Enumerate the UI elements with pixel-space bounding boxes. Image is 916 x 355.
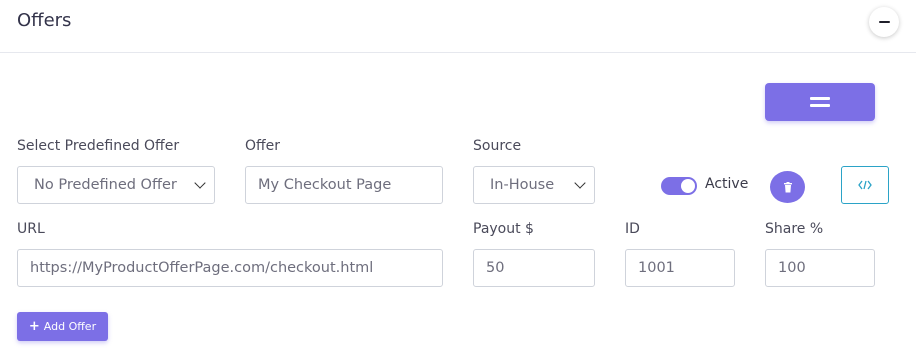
source-select[interactable]: In-House [473,166,595,204]
drag-handle-icon [810,97,830,100]
active-toggle-label: Active [705,176,749,192]
payout-label: Payout $ [473,221,534,237]
source-value: In-House [490,177,555,193]
url-input-placeholder: https://MyProductOfferPage.com/checkout.… [30,260,374,276]
id-label: ID [625,221,640,237]
plus-icon: + [28,319,40,334]
add-offer-button[interactable]: + Add Offer [17,312,108,341]
collapse-button[interactable] [869,7,899,37]
embed-code-button[interactable] [841,166,889,204]
trash-icon [783,181,792,192]
share-input-placeholder: 100 [778,260,806,276]
panel-header: Offers [0,0,916,53]
offer-label: Offer [245,138,281,154]
add-offer-label: Add Offer [43,320,97,333]
delete-offer-button[interactable] [770,171,805,203]
chevron-down-icon [574,177,586,189]
offer-input-placeholder: My Checkout Page [258,177,392,193]
url-label: URL [17,221,45,237]
payout-input[interactable]: 50 [473,249,595,287]
drag-handle-button[interactable] [765,83,875,121]
predefined-offer-select[interactable]: No Predefined Offer [17,166,215,204]
panel-title: Offers [17,10,72,31]
id-input-placeholder: 1001 [638,260,675,276]
payout-input-placeholder: 50 [486,260,505,276]
source-label: Source [473,138,522,154]
toggle-knob [681,179,695,193]
id-input[interactable]: 1001 [625,249,735,287]
predefined-offer-label: Select Predefined Offer [17,138,180,154]
code-icon [858,180,872,190]
drag-handle-icon-line [810,104,830,107]
share-label: Share % [765,221,824,237]
minus-icon [878,21,890,23]
predefined-offer-value: No Predefined Offer [34,177,177,193]
active-toggle[interactable] [661,177,697,195]
share-input[interactable]: 100 [765,249,875,287]
url-input[interactable]: https://MyProductOfferPage.com/checkout.… [17,249,443,287]
chevron-down-icon [194,177,206,189]
offer-input[interactable]: My Checkout Page [245,166,443,204]
